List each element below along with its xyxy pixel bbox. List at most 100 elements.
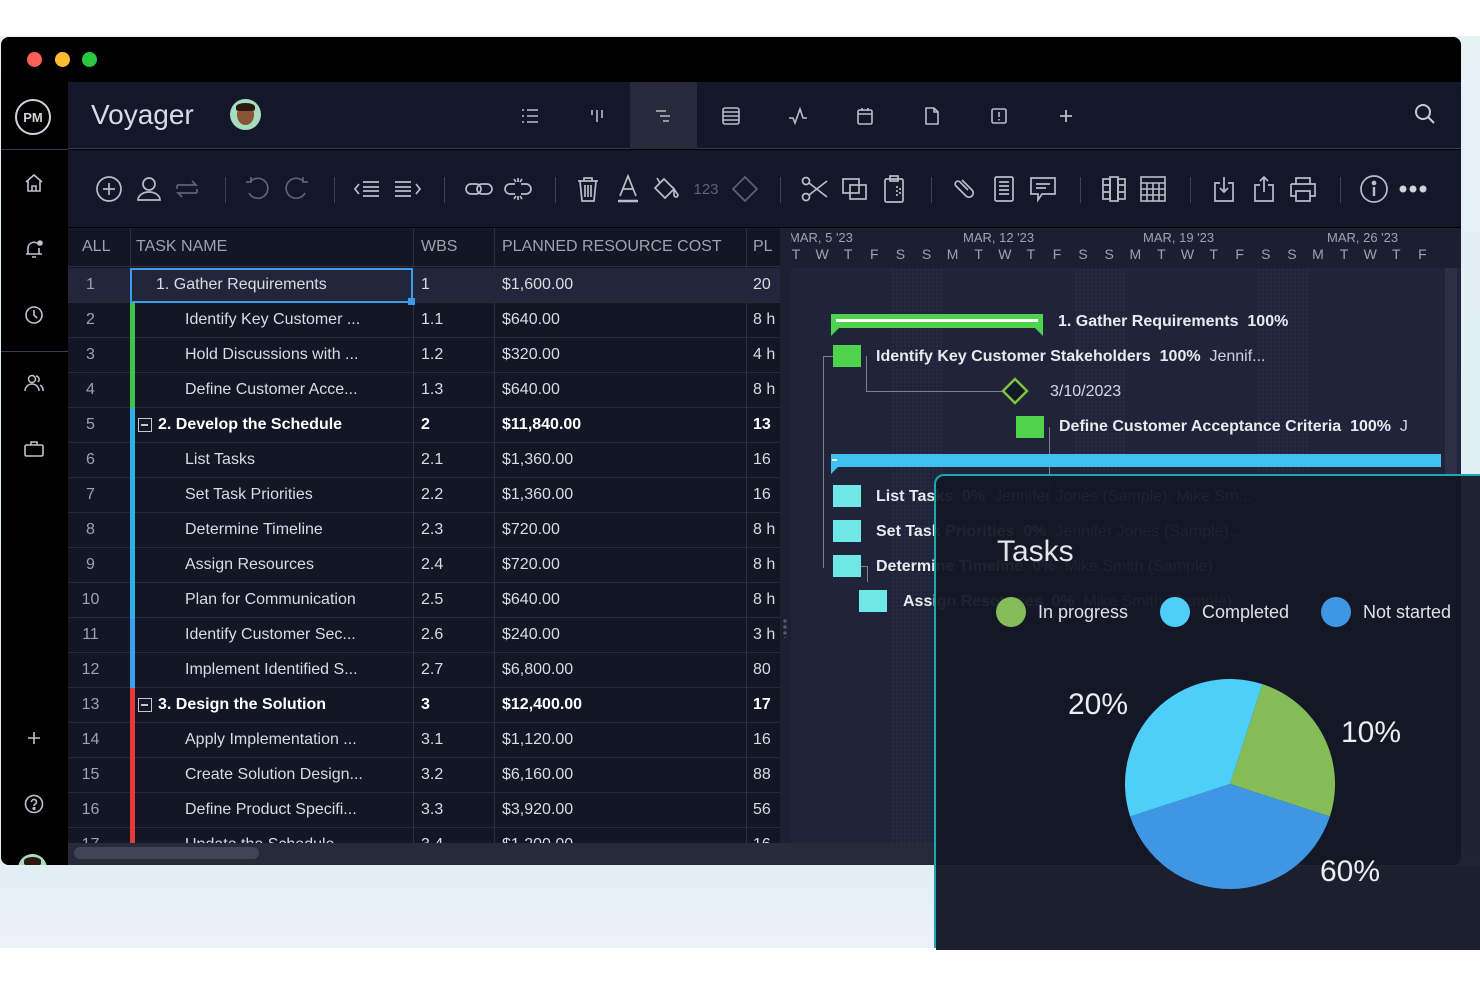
- task-name-cell[interactable]: Update the Schedule: [185, 836, 334, 843]
- pm-logo[interactable]: PM: [15, 99, 51, 135]
- table-button[interactable]: [1136, 172, 1170, 206]
- task-name-cell[interactable]: Determine Timeline: [185, 521, 323, 539]
- undo-button[interactable]: [240, 172, 274, 206]
- table-row[interactable]: 1 1. Gather Requirements 1 $1,600.00 20: [68, 268, 780, 305]
- print-button[interactable]: [1286, 172, 1320, 206]
- column-header-wbs[interactable]: WBS: [421, 238, 457, 256]
- wbs-cell[interactable]: 2.7: [421, 661, 443, 679]
- text-color-button[interactable]: [611, 172, 645, 206]
- tab-add-view[interactable]: [1032, 82, 1099, 149]
- assign-user-button[interactable]: [132, 172, 166, 206]
- number-format-button[interactable]: 123: [688, 172, 724, 206]
- table-row[interactable]: 6 List Tasks 2.1 $1,360.00 16: [68, 443, 780, 478]
- briefcase-icon[interactable]: [19, 434, 49, 464]
- attach-button[interactable]: [948, 172, 982, 206]
- gantt-summary-bar-gather-requirements[interactable]: [831, 314, 1043, 340]
- planned-cost-cell[interactable]: $1,200.00: [502, 836, 573, 843]
- wbs-cell[interactable]: 1.3: [421, 381, 443, 399]
- wbs-cell[interactable]: 3: [421, 696, 430, 714]
- task-name-cell[interactable]: 3. Design the Solution: [158, 696, 326, 714]
- planned-cell[interactable]: 56: [753, 801, 775, 819]
- planned-cost-cell[interactable]: $640.00: [502, 311, 560, 329]
- planned-cost-cell[interactable]: $240.00: [502, 626, 560, 644]
- table-row[interactable]: 4 Define Customer Acce... 1.3 $640.00 8 h: [68, 373, 780, 408]
- tab-issues-view[interactable]: [965, 82, 1032, 149]
- task-name-cell[interactable]: Define Product Specifi...: [185, 801, 357, 819]
- wbs-cell[interactable]: 1: [421, 276, 430, 294]
- planned-cost-cell[interactable]: $3,920.00: [502, 801, 573, 819]
- wbs-cell[interactable]: 2.4: [421, 556, 443, 574]
- paste-button[interactable]: [877, 172, 911, 206]
- wbs-cell[interactable]: 3.3: [421, 801, 443, 819]
- table-row[interactable]: 2 Identify Key Customer ... 1.1 $640.00 8 h: [68, 303, 780, 338]
- plus-icon[interactable]: [19, 723, 49, 753]
- more-options-button[interactable]: [1396, 172, 1430, 206]
- planned-cell[interactable]: 8 h: [753, 591, 775, 609]
- task-name-cell[interactable]: Implement Identified S...: [185, 661, 358, 679]
- wbs-cell[interactable]: 2.3: [421, 521, 443, 539]
- planned-cell[interactable]: 3 h: [753, 626, 775, 644]
- wbs-cell[interactable]: 1.1: [421, 311, 443, 329]
- wbs-cell[interactable]: 2: [421, 416, 430, 434]
- comments-button[interactable]: [1026, 172, 1060, 206]
- project-owner-avatar[interactable]: [230, 99, 261, 130]
- search-button[interactable]: [1413, 102, 1439, 128]
- recurring-task-button[interactable]: [170, 172, 204, 206]
- table-row[interactable]: 17 Update the Schedule 3.4 $1,200.00 16: [68, 828, 780, 843]
- column-header-task-name[interactable]: TASK NAME: [136, 238, 227, 256]
- table-row[interactable]: 10 Plan for Communication 2.5 $640.00 8 h: [68, 583, 780, 618]
- info-button[interactable]: [1357, 172, 1391, 206]
- tab-gantt-view[interactable]: [630, 82, 697, 149]
- gantt-task-bar-list-tasks[interactable]: [833, 485, 861, 507]
- task-name-cell[interactable]: Define Customer Acce...: [185, 381, 358, 399]
- fill-color-button[interactable]: [650, 172, 684, 206]
- export-button[interactable]: [1247, 172, 1281, 206]
- planned-cost-cell[interactable]: $640.00: [502, 591, 560, 609]
- link-tasks-button[interactable]: [462, 172, 496, 206]
- task-name-cell[interactable]: 2. Develop the Schedule: [158, 416, 342, 434]
- collapse-toggle-icon[interactable]: [138, 418, 152, 432]
- gantt-milestone[interactable]: [1001, 377, 1029, 405]
- wbs-cell[interactable]: 2.6: [421, 626, 443, 644]
- table-row[interactable]: 11 Identify Customer Sec... 2.6 $240.00 3 h: [68, 618, 780, 653]
- minimize-window-button[interactable]: [55, 52, 70, 67]
- planned-cost-cell[interactable]: $6,800.00: [502, 661, 573, 679]
- table-row[interactable]: 12 Implement Identified S... 2.7 $6,800.00 8…: [68, 653, 780, 688]
- task-name-cell[interactable]: Set Task Priorities: [185, 486, 313, 504]
- add-task-button[interactable]: [92, 172, 126, 206]
- planned-cell[interactable]: 16: [753, 836, 775, 843]
- notification-bell-icon[interactable]: [19, 234, 49, 264]
- planned-cell[interactable]: 16: [753, 731, 775, 749]
- gantt-task-bar-set-priorities[interactable]: [833, 520, 861, 542]
- gantt-task-bar-define-acceptance[interactable]: [1016, 416, 1044, 438]
- table-row[interactable]: 15 Create Solution Design... 3.2 $6,160.00 8…: [68, 758, 780, 793]
- planned-cell[interactable]: 8 h: [753, 381, 775, 399]
- outdent-button[interactable]: [351, 172, 385, 206]
- collapse-toggle-icon[interactable]: [138, 698, 152, 712]
- task-name-cell[interactable]: Apply Implementation ...: [185, 731, 357, 749]
- planned-cell[interactable]: 80: [753, 661, 775, 679]
- close-window-button[interactable]: [27, 52, 42, 67]
- table-row[interactable]: 9 Assign Resources 2.4 $720.00 8 h: [68, 548, 780, 583]
- pane-splitter[interactable]: [780, 228, 791, 843]
- wbs-cell[interactable]: 3.2: [421, 766, 443, 784]
- task-name-cell[interactable]: Hold Discussions with ...: [185, 346, 358, 364]
- wbs-cell[interactable]: 1.2: [421, 346, 443, 364]
- maximize-window-button[interactable]: [82, 52, 97, 67]
- table-row[interactable]: 13 3. Design the Solution 3 $12,400.00 17: [68, 688, 780, 723]
- columns-button[interactable]: [1097, 172, 1131, 206]
- splitter-grip[interactable]: [783, 618, 787, 638]
- tab-calendar-view[interactable]: [831, 82, 898, 149]
- clock-icon[interactable]: [19, 300, 49, 330]
- planned-cell[interactable]: 20: [753, 276, 775, 294]
- indent-button[interactable]: [390, 172, 424, 206]
- planned-cost-cell[interactable]: $720.00: [502, 556, 560, 574]
- planned-cell[interactable]: 8 h: [753, 311, 775, 329]
- wbs-cell[interactable]: 2.2: [421, 486, 443, 504]
- copy-button[interactable]: [838, 172, 872, 206]
- planned-cell[interactable]: 16: [753, 451, 775, 469]
- tab-board-view[interactable]: [563, 82, 630, 149]
- planned-cell[interactable]: 16: [753, 486, 775, 504]
- gantt-task-bar-determine-timeline[interactable]: [833, 555, 861, 577]
- wbs-cell[interactable]: 2.5: [421, 591, 443, 609]
